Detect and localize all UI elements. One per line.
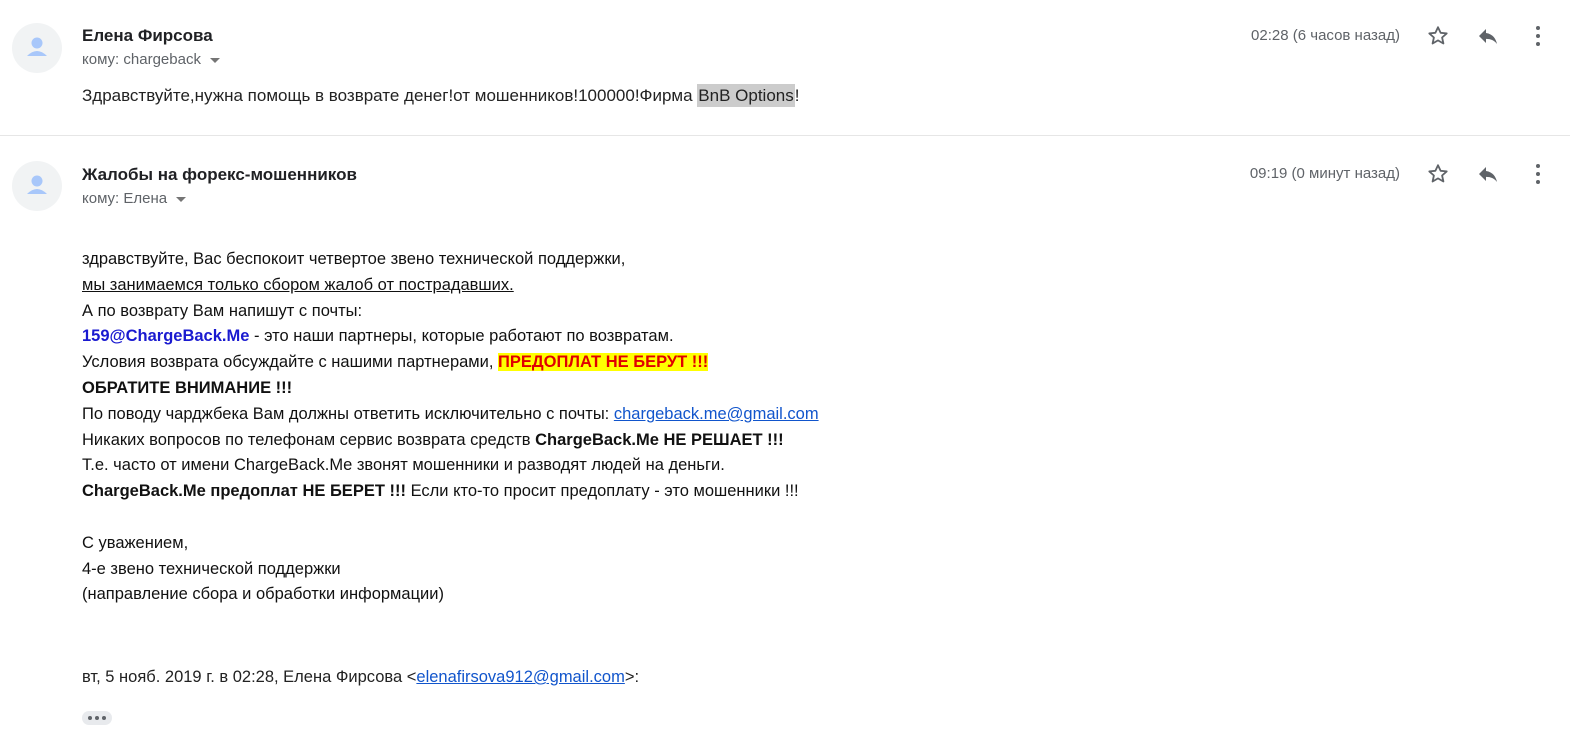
dropdown-caret-icon[interactable] [176, 197, 187, 202]
body-text: Никаких вопросов по телефонам сервис воз… [82, 430, 536, 449]
partner-email: 159@ChargeBack.Me [82, 327, 250, 346]
snippet-text: Здравствуйте,нужна помощь в возврате ден… [82, 86, 698, 105]
snippet-highlight: BnB Options [697, 84, 795, 107]
signature-line: 4-е звено технической поддержки [82, 559, 341, 578]
message-snippet[interactable]: Здравствуйте,нужна помощь в возврате ден… [82, 84, 800, 107]
body-line: мы занимаемся только сбором жалоб от пос… [82, 273, 819, 299]
warning-highlight: ПРЕДОПЛАТ НЕ БЕРУТ !!! [498, 353, 709, 372]
dropdown-caret-icon[interactable] [209, 58, 220, 63]
reply-icon[interactable] [1474, 160, 1502, 188]
avatar-icon[interactable] [12, 23, 62, 73]
more-vert-icon[interactable] [1524, 22, 1552, 50]
bold-text: ChargeBack.Me предоплат НЕ БЕРЕТ !!! [82, 482, 406, 501]
body-line: А по возврату Вам напишут с почты: [82, 301, 363, 320]
body-text: По поводу чарджбека Вам должны ответить … [82, 404, 614, 423]
quote-text: >: [624, 668, 640, 686]
recipient-details-toggle[interactable]: кому: Елена [82, 190, 187, 207]
more-vert-icon[interactable] [1524, 160, 1552, 188]
body-text: Условия возврата обсуждайте с нашими пар… [82, 353, 499, 372]
message-time: 09:19 (0 минут назад) [1249, 165, 1400, 182]
body-line: ChargeBack.Me предоплат НЕ БЕРЕТ !!! Есл… [82, 479, 819, 505]
signature-line: С уважением, [82, 533, 189, 552]
chargeback-email-link[interactable]: chargeback.me@gmail.com [614, 405, 819, 423]
body-line: Никаких вопросов по телефонам сервис воз… [82, 428, 819, 454]
bold-text: ChargeBack.Me НЕ РЕШАЕТ !!! [535, 430, 784, 449]
sender-email-link[interactable]: elenafirsova912@gmail.com [416, 668, 624, 686]
body-text: Если кто-то просит предоплату - это моше… [405, 482, 799, 501]
body-line: Условия возврата обсуждайте с нашими пар… [82, 350, 819, 376]
dot [102, 716, 106, 720]
quoted-attribution: вт, 5 нояб. 2019 г. в 02:28, Елена Фирсо… [82, 668, 639, 687]
body-line: Т.е. часто от имени ChargeBack.Me звонят… [82, 456, 725, 475]
email-message-1: Елена Фирсова кому: chargeback 02:28 (6 … [0, 0, 1570, 136]
body-line: здравствуйте, Вас беспокоит четвертое зв… [82, 250, 626, 268]
dot [88, 716, 92, 720]
message-time: 02:28 (6 часов назад) [1251, 27, 1400, 44]
quote-text: вт, 5 нояб. 2019 г. в 02:28, Елена Фирсо… [82, 668, 417, 686]
dot [95, 716, 99, 720]
message-body: здравствуйте, Вас беспокоит четвертое зв… [82, 247, 819, 608]
email-message-2: Жалобы на форекс-мошенников кому: Елена … [0, 136, 1570, 736]
underlined-text: мы занимаемся только сбором жалоб от пос… [82, 275, 514, 294]
star-icon[interactable] [1424, 22, 1452, 50]
avatar-icon[interactable] [12, 161, 62, 211]
recipient-label: кому: chargeback [82, 51, 201, 68]
reply-icon[interactable] [1474, 22, 1502, 50]
attention-heading: ОБРАТИТЕ ВНИМАНИЕ !!! [82, 378, 293, 397]
recipient-label: кому: Елена [82, 190, 168, 207]
snippet-suffix: ! [794, 86, 800, 105]
body-line: 159@ChargeBack.Me - это наши партнеры, к… [82, 324, 819, 350]
recipient-details-toggle[interactable]: кому: chargeback [82, 51, 220, 68]
body-text: - это наши партнеры, которые работают по… [249, 327, 674, 346]
signature-line: (направление сбора и обработки информаци… [82, 585, 444, 604]
sender-name[interactable]: Елена Фирсова [82, 26, 213, 46]
sender-name[interactable]: Жалобы на форекс-мошенников [82, 165, 357, 185]
body-line: По поводу чарджбека Вам должны ответить … [82, 402, 819, 428]
star-icon[interactable] [1424, 160, 1452, 188]
show-trimmed-content-icon[interactable] [82, 711, 112, 725]
